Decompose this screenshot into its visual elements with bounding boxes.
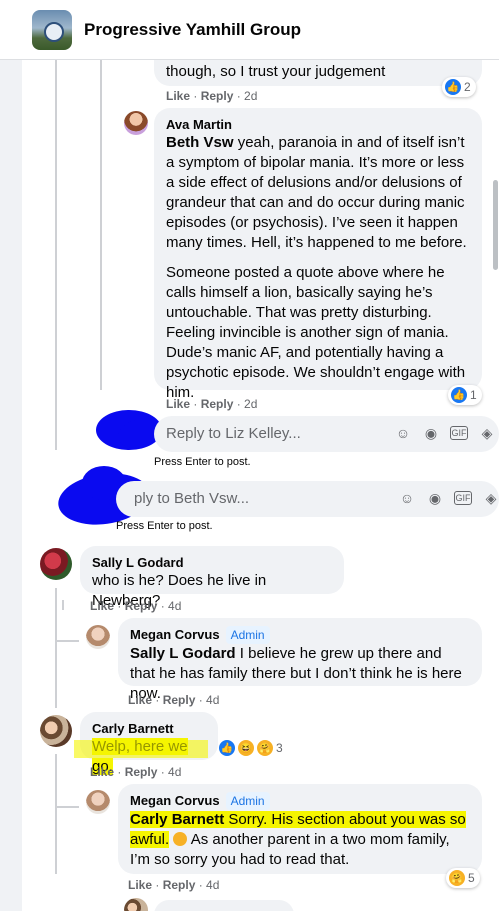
sticker-icon[interactable]: ◈ (478, 424, 496, 442)
highlight-mark (74, 740, 208, 758)
thread-line (55, 60, 57, 450)
mention-link[interactable]: Carly Barnett (130, 811, 224, 828)
emoji-icon[interactable]: ☺ (398, 489, 416, 507)
disappointed-emoji-icon (173, 832, 188, 846)
comment-author-name[interactable]: Megan Corvus (130, 627, 220, 642)
mention-link[interactable]: Beth Vsw (166, 134, 234, 151)
reply-input[interactable]: Reply to Liz Kelley... ☺ ◉ GIF ◈ (154, 416, 499, 452)
comment-author[interactable]: Ava Martin (166, 116, 470, 133)
reaction-count: 5 (468, 871, 475, 885)
reply-link[interactable]: Reply (163, 878, 196, 892)
comment-paragraph: yeah, paranoia in and of itself isn’t a … (166, 134, 467, 251)
reply-link[interactable]: Reply (201, 89, 234, 103)
reply-link[interactable]: Reply (125, 765, 158, 779)
comment-actions: Like · Reply · 2d (166, 89, 258, 103)
like-link[interactable]: Like (128, 878, 152, 892)
like-reaction-icon: 👍 (219, 740, 235, 756)
reply-toolbar: ☺ ◉ GIF ◈ (394, 424, 496, 442)
reply-link[interactable]: Reply (125, 599, 158, 613)
like-link[interactable]: Like (90, 765, 114, 779)
like-link[interactable]: Like (166, 397, 190, 411)
press-enter-hint: Press Enter to post. (116, 520, 213, 532)
gif-icon[interactable]: GIF (454, 491, 472, 505)
thread-line (55, 640, 79, 642)
like-reaction-icon: 👍 (445, 79, 461, 95)
comment-paragraph: Someone posted a quote above where he ca… (166, 264, 466, 401)
care-reaction-icon: 🤗 (257, 740, 273, 756)
like-link[interactable]: Like (90, 599, 114, 613)
timestamp[interactable]: 2d (244, 397, 257, 411)
comment-actions: Like · Reply · 2d (166, 397, 258, 411)
comment-bubble: Ava Martin Beth Vsw yeah, paranoia in an… (154, 108, 482, 401)
like-reaction-icon: 👍 (451, 387, 467, 403)
reaction-count: 1 (470, 388, 477, 402)
avatar[interactable] (124, 898, 148, 911)
camera-icon[interactable]: ◉ (426, 489, 444, 507)
reaction-count-chip[interactable]: 👍 😆 🤗 3 (216, 738, 288, 758)
haha-reaction-icon: 😆 (238, 740, 254, 756)
reply-toolbar: ☺ ◉ GIF ◈ (398, 489, 499, 507)
comment-author: Megan Corvus Admin (130, 792, 470, 810)
comment-actions: Like · Reply · 4d (90, 765, 182, 779)
reaction-count-chip[interactable]: 👍 1 (448, 385, 482, 405)
reaction-count: 2 (464, 80, 471, 94)
thread-line (62, 600, 64, 610)
gif-icon[interactable]: GIF (450, 426, 468, 440)
avatar[interactable] (40, 548, 72, 580)
comments-area: though, so I trust your judgement 👍 2 Li… (0, 60, 499, 911)
comment-bubble: though, so I trust your judgement (154, 60, 482, 86)
comment-author[interactable]: Sally L Godard (92, 554, 332, 571)
sticker-icon[interactable]: ◈ (482, 489, 499, 507)
comment-bubble: Megan Corvus Admin Carly Barnett Sorry. H… (118, 784, 482, 874)
timestamp[interactable]: 4d (206, 878, 219, 892)
comment-author: Megan Corvus Admin (130, 626, 470, 644)
like-link[interactable]: Like (128, 693, 152, 707)
comment-actions: Like · Reply · 4d (128, 878, 220, 892)
timestamp[interactable]: 4d (168, 599, 181, 613)
admin-badge: Admin (225, 792, 270, 810)
comment-text: Beth Vsw yeah, paranoia in and of itself… (166, 133, 470, 253)
reply-link[interactable]: Reply (163, 693, 196, 707)
reply-input[interactable]: ply to Beth Vsw... ☺ ◉ GIF ◈ (116, 481, 499, 517)
group-name[interactable]: Progressive Yamhill Group (84, 20, 301, 40)
avatar[interactable] (86, 625, 110, 649)
comment-author-name[interactable]: Megan Corvus (130, 793, 220, 808)
avatar[interactable] (40, 715, 72, 747)
reply-link[interactable]: Reply (201, 397, 234, 411)
comments-panel: though, so I trust your judgement 👍 2 Li… (22, 60, 499, 911)
thread-line (55, 588, 57, 708)
scrollbar-thumb[interactable] (493, 180, 498, 270)
emoji-icon[interactable]: ☺ (394, 424, 412, 442)
reaction-count-chip[interactable]: 🤗 5 (446, 868, 480, 888)
timestamp[interactable]: 4d (206, 693, 219, 707)
comment-author[interactable]: Carly Barnett (92, 720, 206, 737)
reply-placeholder: Reply to Liz Kelley... (166, 425, 301, 442)
reaction-count-chip[interactable]: 👍 2 (442, 77, 476, 97)
timestamp[interactable]: 2d (244, 89, 257, 103)
comment-actions: Like · Reply · 4d (90, 599, 182, 613)
thread-line (100, 60, 102, 390)
press-enter-hint: Press Enter to post. (154, 456, 251, 468)
avatar[interactable] (86, 790, 110, 814)
thread-line (55, 754, 57, 874)
comment-bubble: Sally L Godard who is he? Does he live i… (80, 546, 344, 609)
timestamp[interactable]: 4d (168, 765, 181, 779)
comment-text: though, so I trust your judgement (166, 63, 386, 80)
camera-icon[interactable]: ◉ (422, 424, 440, 442)
group-photo-icon[interactable] (32, 10, 72, 50)
thread-line (55, 806, 79, 808)
mention-link[interactable]: Sally L Godard (130, 645, 236, 662)
like-link[interactable]: Like (166, 89, 190, 103)
reaction-count: 3 (276, 741, 283, 755)
avatar[interactable] (124, 111, 148, 135)
comment-actions: Like · Reply · 4d (128, 693, 220, 707)
admin-badge: Admin (225, 626, 270, 644)
comment-text: Carly Barnett Sorry. His section about y… (130, 810, 470, 870)
comment-bubble (154, 900, 294, 911)
comment-bubble: Megan Corvus Admin Sally L Godard I belie… (118, 618, 482, 702)
care-reaction-icon: 🤗 (449, 870, 465, 886)
group-header: Progressive Yamhill Group (0, 0, 499, 60)
reply-placeholder: ply to Beth Vsw... (134, 490, 250, 507)
